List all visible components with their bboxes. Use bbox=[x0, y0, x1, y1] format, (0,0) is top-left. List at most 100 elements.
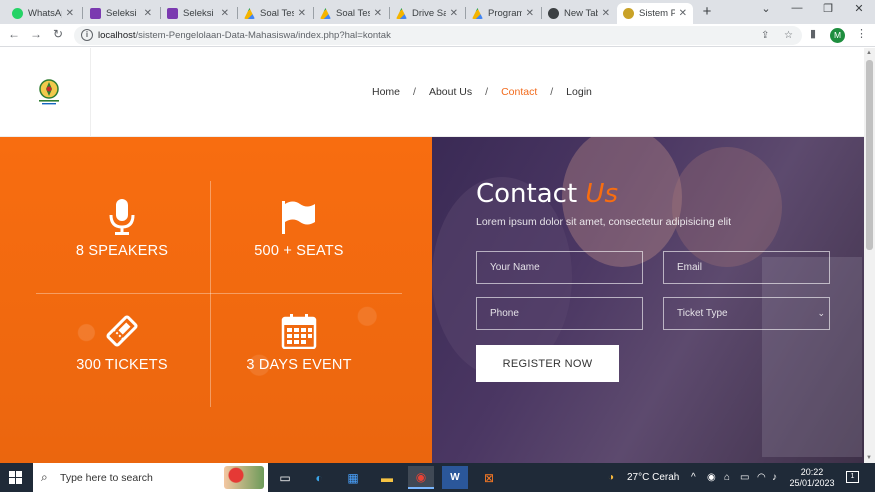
clock-time: 20:22 bbox=[800, 467, 824, 477]
contact-title: Contact Us bbox=[476, 179, 618, 209]
phone-field[interactable]: Phone bbox=[476, 297, 643, 330]
close-icon[interactable]: ✕ bbox=[526, 8, 534, 19]
forms-icon bbox=[90, 8, 101, 19]
store-icon[interactable]: ▦ bbox=[340, 466, 366, 489]
close-icon[interactable]: ✕ bbox=[450, 8, 458, 19]
menu-kebab-icon[interactable]: ⋮ bbox=[856, 27, 867, 40]
web-page: Home / About Us / Contact / Login 8 SPEA… bbox=[0, 48, 864, 463]
email-placeholder: Email bbox=[677, 262, 703, 273]
close-icon[interactable]: ✕ bbox=[679, 8, 687, 19]
tab-title: Seleksi P bbox=[183, 8, 217, 19]
tab-new-tab[interactable]: New Tab ✕ bbox=[542, 3, 616, 24]
xampp-icon[interactable]: ⊠ bbox=[476, 466, 502, 489]
page-scrollbar[interactable]: ▲ ▼ bbox=[864, 48, 875, 463]
tab-search-icon[interactable]: ⌄ bbox=[758, 2, 774, 15]
browser-tab-strip: WhatsApp ✕ Seleksi P ✕ Seleksi P ✕ Soal … bbox=[0, 0, 875, 24]
battery-icon[interactable]: ▭ bbox=[740, 472, 749, 483]
contact-title-accent: Us bbox=[585, 179, 618, 209]
close-icon[interactable]: ✕ bbox=[66, 8, 74, 19]
back-icon[interactable]: ← bbox=[7, 27, 21, 41]
site-info-icon[interactable]: i bbox=[81, 29, 93, 41]
tab-seleksi-1[interactable]: Seleksi P ✕ bbox=[84, 3, 158, 24]
drive-icon bbox=[244, 8, 255, 19]
edge-icon[interactable]: ◐ bbox=[306, 466, 332, 489]
new-tab-button[interactable]: + bbox=[700, 3, 714, 21]
tab-drive[interactable]: Drive Sa ✕ bbox=[390, 3, 464, 24]
ticket-type-select[interactable]: Ticket Type ⌄ bbox=[663, 297, 830, 330]
nav-home[interactable]: Home bbox=[372, 86, 400, 98]
close-icon[interactable]: ✕ bbox=[374, 8, 382, 19]
contact-subtitle: Lorem ipsum dolor sit amet, consectetur … bbox=[476, 216, 732, 228]
share-icon[interactable]: ⇪ bbox=[761, 30, 769, 41]
url-text[interactable]: localhost/sistem-Pengelolaan-Data-Mahasi… bbox=[98, 30, 391, 41]
side-panel-icon[interactable]: ▮ bbox=[810, 27, 816, 40]
word-icon[interactable]: W bbox=[442, 466, 468, 489]
file-explorer-icon[interactable]: ▬ bbox=[374, 466, 400, 489]
nav-separator: / bbox=[485, 86, 489, 98]
tab-seleksi-2[interactable]: Seleksi P ✕ bbox=[161, 3, 235, 24]
stat-days: 3 DAYS EVENT bbox=[214, 313, 384, 373]
stat-label: 3 DAYS EVENT bbox=[246, 357, 352, 373]
notification-icon[interactable]: 1 bbox=[846, 471, 859, 483]
nav-about-us[interactable]: About Us bbox=[429, 86, 472, 98]
main-nav: Home / About Us / Contact / Login bbox=[372, 86, 592, 98]
email-field[interactable]: Email bbox=[663, 251, 830, 284]
taskbar-clock[interactable]: 20:22 25/01/2023 bbox=[786, 467, 838, 489]
restore-icon[interactable]: ❐ bbox=[820, 2, 836, 15]
clock-date: 25/01/2023 bbox=[789, 478, 835, 488]
phone-placeholder: Phone bbox=[490, 308, 519, 319]
close-icon[interactable]: ✕ bbox=[144, 8, 152, 19]
task-view-icon[interactable]: ▭ bbox=[272, 466, 298, 489]
bookmark-star-icon[interactable]: ☆ bbox=[784, 30, 793, 41]
chevron-down-icon: ⌄ bbox=[817, 308, 825, 318]
taskbar-search[interactable]: ⌕ Type here to search bbox=[33, 463, 268, 492]
drive-icon bbox=[472, 8, 483, 19]
register-button[interactable]: REGISTER NOW bbox=[476, 345, 619, 382]
tab-whatsapp[interactable]: WhatsApp ✕ bbox=[6, 3, 80, 24]
scroll-up-icon[interactable]: ▲ bbox=[866, 50, 872, 56]
contact-panel: Contact Us Lorem ipsum dolor sit amet, c… bbox=[432, 137, 864, 463]
crowd-background bbox=[0, 137, 432, 463]
close-icon[interactable]: ✕ bbox=[298, 8, 306, 19]
hero-section: 8 SPEAKERS 500 + SEATS 300 TICKETS 3 DAY… bbox=[0, 137, 864, 463]
scroll-down-icon[interactable]: ▼ bbox=[866, 455, 872, 461]
profile-avatar[interactable]: M bbox=[830, 28, 845, 43]
stat-label: 8 SPEAKERS bbox=[75, 243, 169, 259]
close-icon[interactable]: ✕ bbox=[602, 8, 610, 19]
tab-soal-tes-2[interactable]: Soal Tes ✕ bbox=[314, 3, 388, 24]
windows-start-icon[interactable] bbox=[9, 471, 22, 484]
device-icon[interactable]: ⌂ bbox=[724, 472, 730, 483]
minimize-icon[interactable]: — bbox=[789, 2, 805, 14]
calendar-icon bbox=[281, 314, 317, 349]
contact-title-main: Contact bbox=[476, 179, 578, 209]
close-icon[interactable]: ✕ bbox=[221, 8, 229, 19]
university-logo-icon[interactable] bbox=[36, 78, 62, 108]
scroll-thumb[interactable] bbox=[866, 60, 873, 250]
close-window-icon[interactable]: ✕ bbox=[851, 2, 867, 15]
tab-program[interactable]: Program ✕ bbox=[466, 3, 540, 24]
site-favicon-icon bbox=[623, 8, 634, 19]
forward-icon[interactable]: → bbox=[29, 27, 43, 41]
volume-icon[interactable]: ♪ bbox=[772, 472, 777, 483]
nav-login[interactable]: Login bbox=[566, 86, 592, 98]
weather-icon[interactable]: ◑ bbox=[608, 472, 614, 483]
tray-chevron-icon[interactable]: ^ bbox=[691, 472, 696, 483]
stat-label: 300 TICKETS bbox=[76, 357, 168, 373]
network-icon[interactable]: ◠ bbox=[757, 472, 766, 483]
nav-contact[interactable]: Contact bbox=[501, 86, 537, 98]
name-field[interactable]: Your Name bbox=[476, 251, 643, 284]
stat-speakers: 8 SPEAKERS bbox=[37, 199, 207, 259]
address-bar[interactable]: i localhost/sistem-Pengelolaan-Data-Maha… bbox=[74, 26, 802, 45]
weather-text[interactable]: 27°C Cerah bbox=[627, 472, 679, 483]
microphone-icon bbox=[109, 199, 135, 235]
tab-sistem-active[interactable]: Sistem P ✕ bbox=[617, 3, 693, 24]
stats-panel: 8 SPEAKERS 500 + SEATS 300 TICKETS 3 DAY… bbox=[0, 137, 432, 463]
photo-shape bbox=[762, 257, 862, 457]
reload-icon[interactable]: ↻ bbox=[51, 27, 65, 41]
tab-soal-tes-1[interactable]: Soal Tes ✕ bbox=[238, 3, 312, 24]
tab-title: New Tab bbox=[564, 8, 598, 19]
nav-separator: / bbox=[550, 86, 554, 98]
tab-title: Program bbox=[488, 8, 522, 19]
record-icon[interactable]: ◉ bbox=[707, 472, 716, 483]
chrome-taskbar-icon[interactable]: ◉ bbox=[408, 466, 434, 489]
